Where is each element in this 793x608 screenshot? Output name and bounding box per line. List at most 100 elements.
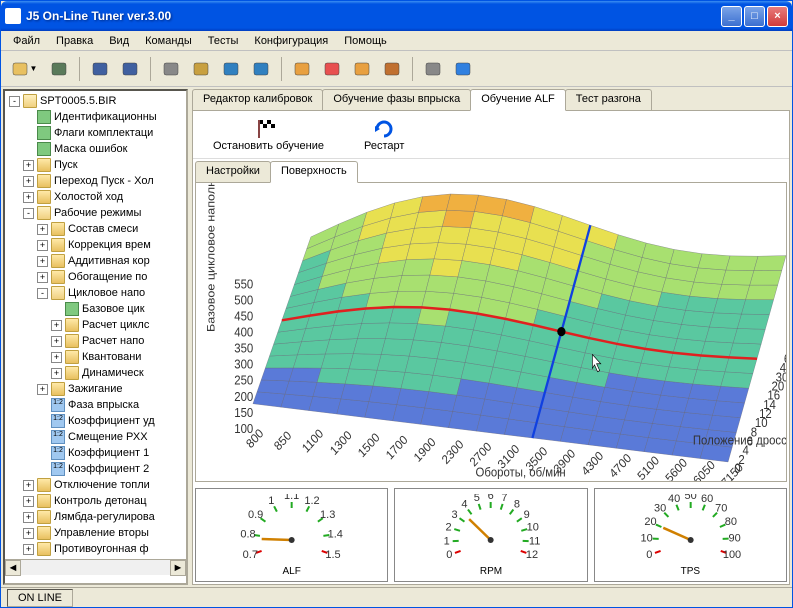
tree-node[interactable]: +Обогащение по	[7, 269, 184, 285]
tree-expander[interactable]: +	[51, 320, 62, 331]
menu-Помощь[interactable]: Помощь	[336, 33, 395, 48]
tree-scrollbar[interactable]: ◄ ►	[5, 559, 186, 575]
tree-node[interactable]: + Контроль детонац	[7, 493, 184, 509]
reload-icon[interactable]	[350, 57, 374, 81]
tree-node[interactable]: +Зажигание	[7, 381, 184, 397]
tree-expander[interactable]: +	[51, 368, 62, 379]
tools-icon[interactable]	[421, 57, 445, 81]
svg-text:3: 3	[452, 508, 458, 520]
chip-icon[interactable]	[47, 57, 71, 81]
tree-node[interactable]: +Расчет циклс	[7, 317, 184, 333]
scroll-left-button[interactable]: ◄	[5, 560, 21, 576]
menu-Конфигурация[interactable]: Конфигурация	[246, 33, 336, 48]
tree-expander[interactable]: +	[23, 544, 34, 555]
tree-node[interactable]: +Отключение топли	[7, 477, 184, 493]
engine-icon[interactable]	[380, 57, 404, 81]
tree-expander[interactable]: +	[23, 176, 34, 187]
tree-node[interactable]: +Пуск	[7, 157, 184, 173]
disconnect-icon[interactable]	[320, 57, 344, 81]
tree-node[interactable]: 1:2Фаза впрыска	[7, 397, 184, 413]
tree-expander[interactable]: +	[23, 480, 34, 491]
tree-expander[interactable]: +	[51, 336, 62, 347]
tree-expander[interactable]: +	[37, 384, 48, 395]
tree-node[interactable]: +Расчет напо	[7, 333, 184, 349]
menu-Вид[interactable]: Вид	[101, 33, 137, 48]
save-as-icon[interactable]	[118, 57, 142, 81]
stop-learning-button[interactable]: Остановить обучение	[213, 118, 324, 152]
tab-1[interactable]: Обучение фазы впрыска	[322, 89, 471, 111]
tree-node[interactable]: +Управление вторы	[7, 525, 184, 541]
tree-node[interactable]: +Лямбда-регулирова	[7, 509, 184, 525]
undo-icon[interactable]	[219, 57, 243, 81]
minimize-button[interactable]: _	[721, 6, 742, 27]
copy-icon[interactable]	[159, 57, 183, 81]
tab-2[interactable]: Обучение ALF	[470, 89, 566, 111]
tree-node[interactable]: -Цикловое напо	[7, 285, 184, 301]
tree-node[interactable]: Маска ошибок	[7, 141, 184, 157]
tree-expander[interactable]: -	[23, 208, 34, 219]
tree-node[interactable]: +Коррекция врем	[7, 237, 184, 253]
gauge-label: RPM	[480, 566, 502, 577]
menu-Правка[interactable]: Правка	[48, 33, 101, 48]
tree-expander[interactable]: +	[37, 256, 48, 267]
tree-expander[interactable]: +	[23, 528, 34, 539]
tree-node[interactable]: +Противоугонная ф	[7, 541, 184, 557]
tree-expander[interactable]: +	[23, 512, 34, 523]
menu-Команды[interactable]: Команды	[137, 33, 200, 48]
tree-node[interactable]: + Переход Пуск - Хол	[7, 173, 184, 189]
tree-node[interactable]: +Аддитивная кор	[7, 253, 184, 269]
maximize-button[interactable]: □	[744, 6, 765, 27]
svg-text:11: 11	[529, 535, 540, 547]
tree-node[interactable]: -Рабочие режимы	[7, 205, 184, 221]
menu-Файл[interactable]: Файл	[5, 33, 48, 48]
tree-node[interactable]: 1:2Коэффициент уд	[7, 413, 184, 429]
subtab-0[interactable]: Настройки	[195, 161, 271, 183]
tree-node[interactable]: 1:2Коэффициент 1	[7, 445, 184, 461]
tree-node[interactable]: +Квантовани	[7, 349, 184, 365]
svg-text:6: 6	[488, 494, 494, 502]
scroll-right-button[interactable]: ►	[170, 560, 186, 576]
close-button[interactable]: ×	[767, 6, 788, 27]
tree-node[interactable]: +Состав смеси	[7, 221, 184, 237]
tree-node[interactable]: Флаги комплектаци	[7, 125, 184, 141]
restart-button[interactable]: Рестарт	[364, 118, 404, 152]
save-icon[interactable]	[88, 57, 112, 81]
tree-expander[interactable]: +	[37, 272, 48, 283]
svg-text:100: 100	[722, 549, 740, 561]
tab-3[interactable]: Тест разгона	[565, 89, 652, 111]
tree-root-label[interactable]: SPT0005.5.BIR	[40, 95, 116, 107]
tree-panel[interactable]: - SPT0005.5.BIR ИдентификационныФлаги комп…	[3, 89, 188, 585]
tree-label: Переход Пуск - Хол	[54, 175, 154, 187]
tree-expander[interactable]: -	[37, 288, 48, 299]
connect-icon[interactable]	[290, 57, 314, 81]
folder-open-icon[interactable]: ▼	[7, 57, 41, 81]
tree-expander[interactable]: +	[23, 160, 34, 171]
tree-expander[interactable]: +	[23, 496, 34, 507]
tree-node[interactable]: 1:2Смещение РХХ	[7, 429, 184, 445]
tree-expander[interactable]: +	[37, 224, 48, 235]
tree-label: Смещение РХХ	[68, 431, 148, 443]
subtab-1[interactable]: Поверхность	[270, 161, 358, 183]
tree-label: Контроль детонац	[54, 495, 147, 507]
tree-expander[interactable]: +	[37, 240, 48, 251]
svg-text:350: 350	[234, 341, 253, 356]
tree-node[interactable]: +Динамическ	[7, 365, 184, 381]
tab-0[interactable]: Редактор калибровок	[192, 89, 323, 111]
paste-icon[interactable]	[189, 57, 213, 81]
tree-node[interactable]: Базовое цик	[7, 301, 184, 317]
folder-icon	[51, 238, 65, 252]
surface-chart[interactable]: 100150200250300350400450500550Базовое ци…	[195, 182, 787, 482]
tree-node[interactable]: +Холостой ход	[7, 189, 184, 205]
svg-text:250: 250	[234, 373, 253, 388]
tree-label: Коэффициент уд	[68, 415, 155, 427]
svg-text:5100: 5100	[635, 453, 662, 481]
tree-node[interactable]: Идентификационны	[7, 109, 184, 125]
help-icon[interactable]	[451, 57, 475, 81]
menu-Тесты[interactable]: Тесты	[200, 33, 247, 48]
tree-expander[interactable]: +	[51, 352, 62, 363]
tree-label: Базовое цик	[82, 303, 145, 315]
tree-expander[interactable]: +	[23, 192, 34, 203]
tree-expander[interactable]: -	[9, 96, 20, 107]
tree-node[interactable]: 1:2Коэффициент 2	[7, 461, 184, 477]
redo-icon[interactable]	[249, 57, 273, 81]
